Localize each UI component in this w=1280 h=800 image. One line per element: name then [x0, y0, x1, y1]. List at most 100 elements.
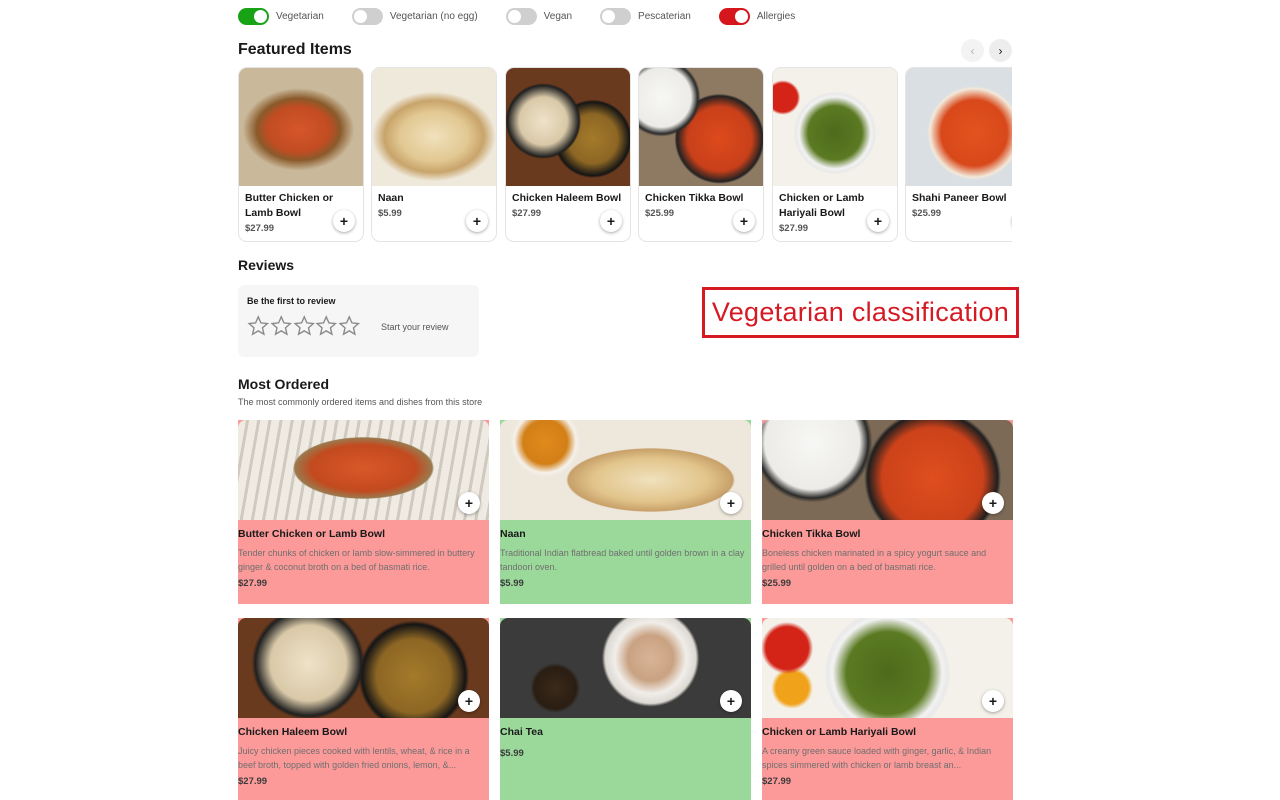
food-image	[239, 68, 363, 186]
featured-card[interactable]: + Chicken Tikka Bowl $25.99	[638, 67, 764, 242]
menu-item-card[interactable]: + Chicken Haleem Bowl Juicy chicken piec…	[238, 618, 489, 800]
plus-icon: +	[339, 213, 349, 229]
review-prompt-title: Be the first to review	[247, 296, 336, 306]
plus-icon: +	[464, 495, 474, 511]
menu-item-card[interactable]: + Naan Traditional Indian flatbread bake…	[500, 420, 751, 604]
add-to-cart-button[interactable]: +	[720, 690, 742, 712]
star-icon[interactable]	[315, 315, 338, 337]
item-name: Chicken Haleem Bowl	[512, 192, 622, 204]
start-review-link[interactable]: Start your review	[381, 322, 449, 332]
star-icon[interactable]	[338, 315, 361, 337]
item-price: $5.99	[500, 748, 524, 759]
toggle-switch[interactable]	[718, 8, 750, 25]
item-name: Butter Chicken or Lamb Bowl	[238, 528, 386, 540]
filter-vegan[interactable]: Vegan	[505, 8, 573, 25]
item-name: Chicken Tikka Bowl	[762, 528, 861, 540]
toggle-switch[interactable]	[238, 8, 269, 25]
star-rating-input[interactable]	[247, 315, 361, 337]
item-description: Tender chunks of chicken or lamb slow-si…	[238, 548, 475, 572]
food-image	[500, 420, 751, 520]
carousel-next-button[interactable]: ›	[989, 39, 1012, 62]
featured-carousel: + Butter Chicken or Lamb Bowl $27.99 + N…	[238, 67, 1012, 243]
featured-items-title: Featured Items	[238, 41, 352, 58]
plus-icon: +	[464, 693, 474, 709]
food-image	[639, 68, 763, 186]
featured-card[interactable]: + Chicken Haleem Bowl $27.99	[505, 67, 631, 242]
filter-vegetarian[interactable]: Vegetarian	[238, 8, 324, 25]
item-name: Naan	[378, 192, 404, 204]
dietary-filters: Vegetarian Vegetarian (no egg) Vegan Pes…	[238, 8, 823, 25]
add-to-cart-button[interactable]: +	[466, 210, 488, 232]
item-name: Naan	[500, 528, 526, 540]
item-name: Chicken Tikka Bowl	[645, 192, 744, 204]
plus-icon: +	[739, 213, 749, 229]
item-price: $27.99	[238, 578, 268, 589]
item-price: $25.99	[912, 208, 942, 219]
add-to-cart-button[interactable]: +	[458, 492, 480, 514]
menu-item-card[interactable]: + Chicken or Lamb Hariyali Bowl A creamy…	[762, 618, 1013, 800]
toggle-switch[interactable]	[351, 8, 383, 25]
item-description: Traditional Indian flatbread baked until…	[500, 548, 745, 572]
item-name: Chicken Haleem Bowl	[238, 726, 348, 738]
item-name: Chai Tea	[500, 726, 543, 738]
review-prompt-card: Be the first to review Start your review	[238, 285, 479, 357]
star-icon[interactable]	[293, 315, 316, 337]
food-image	[238, 420, 489, 520]
carousel-prev-button[interactable]: ‹	[961, 39, 984, 62]
plus-icon: +	[726, 495, 736, 511]
star-icon[interactable]	[247, 315, 270, 337]
chevron-right-icon: ›	[998, 43, 1003, 58]
item-description: Boneless chicken marinated in a spicy yo…	[762, 548, 987, 572]
item-description: A creamy green sauce loaded with ginger,…	[762, 746, 992, 770]
food-image	[762, 618, 1013, 718]
filter-label: Vegetarian	[276, 11, 324, 22]
item-description: Juicy chicken pieces cooked with lentils…	[238, 746, 470, 770]
filter-label: Vegetarian (no egg)	[389, 11, 478, 22]
add-to-cart-button[interactable]: +	[733, 210, 755, 232]
add-to-cart-button[interactable]: +	[720, 492, 742, 514]
menu-item-card[interactable]: + Chicken Tikka Bowl Boneless chicken ma…	[762, 420, 1013, 604]
filter-label: Vegan	[543, 11, 573, 22]
most-ordered-subtitle: The most commonly ordered items and dish…	[238, 397, 483, 407]
featured-card[interactable]: + Shahi Paneer Bowl $25.99	[905, 67, 1012, 242]
food-image	[506, 68, 630, 186]
food-image	[372, 68, 496, 186]
featured-card[interactable]: + Naan $5.99	[371, 67, 497, 242]
item-name: Shahi Paneer Bowl	[912, 192, 1007, 204]
menu-item-card[interactable]: + Butter Chicken or Lamb Bowl Tender chu…	[238, 420, 489, 604]
food-image	[238, 618, 489, 718]
plus-icon: +	[606, 213, 616, 229]
plus-icon: +	[988, 693, 998, 709]
add-to-cart-button[interactable]: +	[982, 690, 1004, 712]
toggle-switch[interactable]	[600, 8, 632, 25]
food-image	[906, 68, 1012, 186]
filter-pescaterian[interactable]: Pescaterian	[600, 8, 691, 25]
food-image	[762, 420, 1013, 520]
add-to-cart-button[interactable]: +	[458, 690, 480, 712]
plus-icon: +	[472, 213, 482, 229]
featured-card[interactable]: + Chicken or Lamb Hariyali Bowl $27.99	[772, 67, 898, 242]
item-name: Chicken or Lamb Hariyali Bowl	[762, 726, 917, 738]
featured-card[interactable]: + Butter Chicken or Lamb Bowl $27.99	[238, 67, 364, 242]
star-icon[interactable]	[270, 315, 293, 337]
menu-item-card[interactable]: + Chai Tea $5.99	[500, 618, 751, 800]
plus-icon: +	[873, 213, 883, 229]
add-to-cart-button[interactable]: +	[867, 210, 889, 232]
item-price: $27.99	[762, 776, 792, 787]
item-price: $25.99	[762, 578, 792, 589]
filter-allergies[interactable]: Allergies	[718, 8, 796, 25]
add-to-cart-button[interactable]: +	[333, 210, 355, 232]
filter-vegetarian-no-egg[interactable]: Vegetarian (no egg)	[351, 8, 478, 25]
reviews-title: Reviews	[238, 257, 295, 273]
plus-icon: +	[988, 495, 998, 511]
toggle-switch[interactable]	[505, 8, 537, 25]
add-to-cart-button[interactable]: +	[600, 210, 622, 232]
most-ordered-title: Most Ordered	[238, 376, 330, 392]
food-image	[773, 68, 897, 186]
annotation-label: Vegetarian classification	[702, 287, 1019, 338]
filter-label: Allergies	[756, 11, 796, 22]
filter-label: Pescaterian	[638, 11, 691, 22]
item-price: $27.99	[238, 776, 268, 787]
add-to-cart-button[interactable]: +	[982, 492, 1004, 514]
chevron-left-icon: ‹	[970, 43, 975, 58]
